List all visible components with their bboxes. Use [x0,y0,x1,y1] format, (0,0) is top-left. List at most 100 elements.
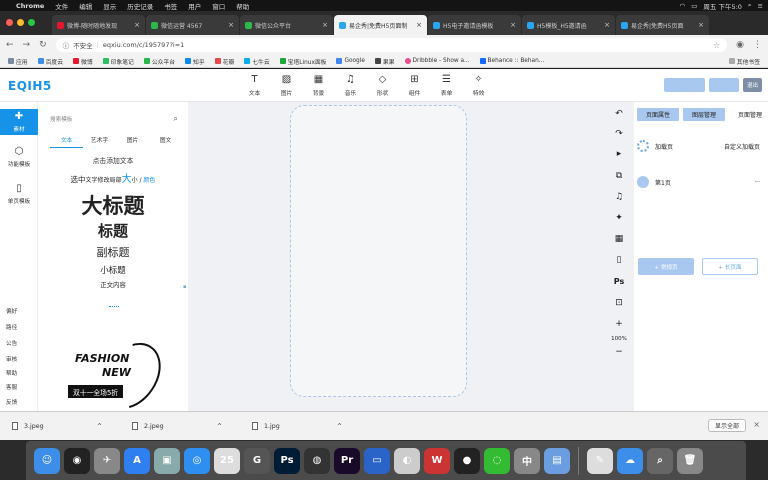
launchpad-icon[interactable]: ✈ [94,447,120,474]
download-item[interactable]: 2.jpeg ^ [120,422,240,430]
subheading-item[interactable]: 副标题 [38,244,188,260]
undo-icon[interactable]: ↶ [604,109,634,119]
subtab-image[interactable]: 图片 [116,135,149,148]
bookmark-weibo[interactable]: 微博 [73,57,93,66]
big-heading-item[interactable]: 大标题 [38,190,188,220]
close-tab-icon[interactable]: × [604,21,610,29]
menu-help[interactable]: 帮助 [236,1,249,11]
quicktime-icon[interactable]: ◍ [304,447,330,474]
copy-icon[interactable]: ⧉ [604,171,634,181]
tab-eqxiu-editor[interactable]: 易企秀|免费H5页面制 × [334,15,427,35]
panel-collapse-handle[interactable]: ▪ [183,284,186,290]
preview-settings-button[interactable] [664,78,705,92]
close-window-icon[interactable] [6,19,13,26]
nav-help[interactable]: 帮助 [6,369,36,377]
maximize-window-icon[interactable] [28,19,35,26]
ai-icon[interactable]: ⊡ [604,298,634,308]
siri-icon[interactable]: ◉ [64,447,90,474]
chevron-up-icon[interactable]: ^ [217,423,222,430]
body-text-item[interactable]: 正文内容 [38,280,188,289]
menu-people[interactable]: 用户 [188,1,201,11]
search-icon[interactable]: ⌕ [748,1,752,10]
tab-page-management[interactable]: 页面管理 [729,108,768,121]
subtab-text[interactable]: 文本 [50,135,83,148]
menubar-clock[interactable]: 周五 下午5:0 [703,1,742,11]
publish-button[interactable] [709,78,739,92]
bookmark-baiduyun[interactable]: 百度云 [37,57,63,66]
nav-single-page-templates[interactable]: ▯ 单页模板 [0,183,38,205]
tool-shape[interactable]: ◇ 形状 [372,74,393,97]
tool-form[interactable]: ☰ 表单 [436,74,457,97]
close-tab-icon[interactable]: × [322,21,328,29]
tab-weibo[interactable]: 微博-随时随地发现 × [52,15,145,35]
exit-button[interactable]: 退出 [743,78,762,92]
small-heading-item[interactable]: 小标题 [38,264,188,276]
ime-icon[interactable]: 中 [514,447,540,474]
tool-music[interactable]: ♫ 音乐 [340,74,361,97]
nav-notice[interactable]: 公告 [6,339,36,347]
tool-effects[interactable]: ✧ 特效 [468,74,489,97]
custom-loading-link[interactable]: 自定义加载页 [724,142,760,151]
menu-list-icon[interactable]: ≡ [758,2,763,10]
search-icon[interactable]: ⌕ [174,114,178,124]
wps-icon[interactable]: W [424,447,450,474]
nav-review[interactable]: 审核 [6,355,36,363]
menu-view[interactable]: 显示 [103,1,116,11]
bookmark-star-icon[interactable]: ☆ [713,41,720,50]
subtab-art-text[interactable]: 艺术字 [83,135,116,148]
screenshot-app-icon[interactable]: ✎ [587,447,613,474]
swirl-app-icon[interactable]: G [244,447,270,474]
nav-preferences[interactable]: 偏好 [6,307,36,315]
nav-path[interactable]: 路径 [6,323,36,331]
battery-icon[interactable]: ▭ [691,2,697,10]
menu-edit[interactable]: 编辑 [79,1,92,11]
tab-wechat-ops[interactable]: 微信运营 4567 × [146,15,239,35]
page-1-row[interactable]: 第1页 ··· [634,176,768,188]
minimize-window-icon[interactable] [17,19,24,26]
redo-icon[interactable]: ↷ [604,129,634,139]
nav-function-templates[interactable]: ⬡ 功能模板 [0,146,38,168]
add-regular-page-button[interactable]: + 常规页 [638,258,694,275]
tab-h5-invite[interactable]: H5电子邀请函模板 × [428,15,521,35]
wechat-icon[interactable]: ◌ [484,447,510,474]
photoshop-import-icon[interactable]: Ps [604,277,634,286]
bookmark-dribbble[interactable]: Dribbble - Show a... [404,58,470,64]
phone-icon[interactable]: ▯ [604,255,634,265]
menu-bookmarks[interactable]: 书签 [164,1,177,11]
menu-file[interactable]: 文件 [55,1,68,11]
zoom-out-icon[interactable]: − [604,347,634,357]
menu-window[interactable]: 窗口 [212,1,225,11]
eqxiu-logo[interactable]: EQIH5 [8,79,52,93]
close-tab-icon[interactable]: × [134,21,140,29]
bookmark-evernote[interactable]: 印象笔记 [102,57,134,66]
show-all-downloads-button[interactable]: 显示全部 [707,419,746,432]
nav-materials[interactable]: ✚ 素材 [0,109,38,135]
zoom-in-icon[interactable]: + [604,319,634,329]
heading-item[interactable]: 标题 [38,220,188,241]
appstore-icon[interactable]: A [124,447,150,474]
forward-icon[interactable]: → [23,40,31,50]
tab-page-properties[interactable]: 页面属性 [637,108,679,121]
chevron-up-icon[interactable]: ^ [97,423,102,430]
add-long-page-button[interactable]: + 长页面 [702,258,758,275]
download-item[interactable]: 3.jpeg ^ [0,422,120,430]
mixed-style-text-item[interactable]: 选中文字修改局部大小 / 颜色 [38,170,188,185]
tab-eqxiu-2[interactable]: 易企秀|免费H5页面 × [616,15,709,35]
music-icon[interactable]: ♫ [604,192,634,202]
keynote-icon[interactable]: ▭ [364,447,390,474]
finder-icon[interactable]: ☺ [34,447,60,474]
tool-text[interactable]: T 文本 [244,74,265,97]
chrome-icon[interactable]: ◐ [394,447,420,474]
preview-icon[interactable]: ▣ [154,447,180,474]
close-tab-icon[interactable]: × [510,21,516,29]
download-item[interactable]: 1.jpg ^ [240,422,360,430]
info-icon[interactable]: ⓘ [63,40,70,50]
quicklook-icon[interactable]: ⌕ [647,447,673,474]
close-tab-icon[interactable]: × [416,21,422,29]
tab-h5-templates[interactable]: H5模板_H5邀请函 × [522,15,615,35]
magic-icon[interactable]: ✦ [604,213,634,223]
reload-icon[interactable]: ↻ [39,40,47,50]
phone-canvas[interactable] [290,105,467,397]
tab-wechat-platform[interactable]: 微信公众平台 × [240,15,333,35]
downloads-folder-icon[interactable]: ▤ [544,447,570,474]
